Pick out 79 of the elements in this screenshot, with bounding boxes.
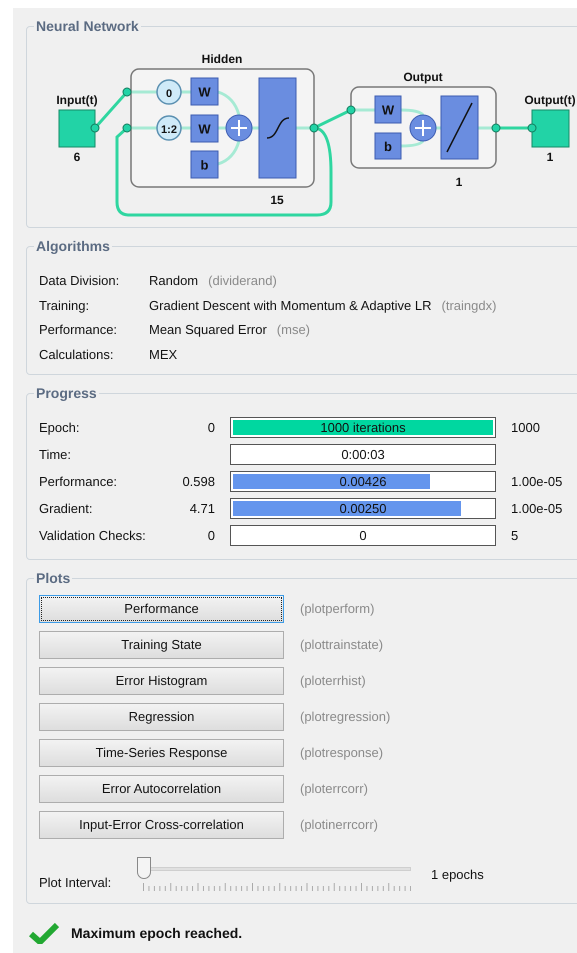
group-title: Progress <box>35 384 98 403</box>
function-name: (plotperform) <box>300 600 374 618</box>
status-message: Maximum epoch reached. <box>71 924 242 943</box>
end-value: 5 <box>511 526 518 545</box>
function-name: (ploterrhist) <box>300 672 366 690</box>
output-label: Output(t) <box>524 93 576 107</box>
weight-block: W <box>190 78 218 106</box>
function-name: (traingdx) <box>442 296 496 315</box>
input-size: 6 <box>74 150 80 164</box>
algorithm-label: Calculations: <box>39 346 114 364</box>
weight-block: W <box>374 96 402 124</box>
linear-block <box>440 96 478 160</box>
hidden-size: 15 <box>270 193 284 207</box>
algorithm-value: Gradient Descent with Momentum & Adaptive LR <box>149 296 432 315</box>
start-value: 0 <box>208 528 215 543</box>
group-title: Algorithms <box>35 237 111 256</box>
end-value: 1.00e-05 <box>511 500 562 518</box>
interval-reading: 1 epochs <box>431 866 484 884</box>
plot-button[interactable]: Performance <box>39 595 284 623</box>
progress-reading: 0:00:03 <box>340 446 386 464</box>
plot-button[interactable]: Time-Series Response <box>39 739 284 767</box>
junction-dot <box>346 106 356 114</box>
end-value: 1000 <box>511 418 540 437</box>
progress-reading: 0.00426 <box>338 472 388 491</box>
progress-reading: 0 <box>358 526 368 545</box>
slider-thumb[interactable] <box>137 857 151 879</box>
algorithm-value: MEX <box>149 346 178 364</box>
output-block <box>532 110 570 148</box>
algorithm-label: Training: <box>39 296 90 315</box>
delay-node: 0 <box>156 79 182 105</box>
junction-dot <box>310 124 318 132</box>
junction-dot <box>492 124 500 132</box>
sum-node <box>410 114 436 142</box>
plot-button[interactable]: Error Autocorrelation <box>39 775 284 803</box>
delay-node: 1:2 <box>156 115 182 141</box>
sum-node <box>226 114 252 142</box>
weight-block: W <box>190 114 218 142</box>
start-value: 4.71 <box>190 500 215 516</box>
algorithm-label: Performance: <box>39 321 118 339</box>
output-layer-label: Output <box>403 70 443 84</box>
algorithm-value: Random <box>149 272 198 290</box>
function-name: (plotresponse) <box>300 744 384 762</box>
function-name: (mse) <box>276 321 310 339</box>
progress-label: Time: <box>39 446 72 464</box>
progress-label: Performance: <box>39 472 118 491</box>
progress-label: Epoch: <box>39 418 80 437</box>
input-label: Input(t) <box>56 93 98 107</box>
input-block <box>58 110 96 148</box>
function-name: (plotinerrcorr) <box>300 816 378 834</box>
progress-reading: 1000 iterations <box>319 418 407 437</box>
group-title: Plots <box>35 569 72 588</box>
checkmark-icon <box>29 922 59 944</box>
output-layer-size: 1 <box>456 175 462 189</box>
weight-block: b <box>190 150 218 178</box>
start-value: 0 <box>208 420 215 435</box>
function-name: (dividerand) <box>208 272 277 290</box>
junction-dot <box>90 124 100 132</box>
end-value: 1.00e-05 <box>511 472 562 491</box>
function-name: (plottrainstate) <box>300 636 384 654</box>
junction-dot <box>528 124 536 132</box>
plot-button[interactable]: Input-Error Cross-correlation <box>39 811 284 839</box>
junction-dot <box>122 124 132 132</box>
algorithm-value: Mean Squared Error <box>149 321 267 339</box>
progress-label: Gradient: <box>39 500 94 518</box>
function-name: (ploterrcorr) <box>300 780 368 798</box>
hidden-label: Hidden <box>202 52 242 66</box>
junction-dot <box>122 88 132 96</box>
group-title: Neural Network <box>35 17 140 36</box>
function-name: (plotregression) <box>300 708 390 726</box>
plot-interval-label: Plot Interval: <box>39 874 112 892</box>
output-size: 1 <box>546 150 554 164</box>
plot-button[interactable]: Regression <box>39 703 284 731</box>
algorithm-label: Data Division: <box>39 272 120 290</box>
progress-reading: 0.00250 <box>338 500 388 518</box>
progress-label: Validation Checks: <box>39 526 147 545</box>
plot-button[interactable]: Training State <box>39 631 284 659</box>
weight-block: b <box>374 132 402 160</box>
plot-button[interactable]: Error Histogram <box>39 667 284 695</box>
start-value: 0.598 <box>182 474 215 489</box>
